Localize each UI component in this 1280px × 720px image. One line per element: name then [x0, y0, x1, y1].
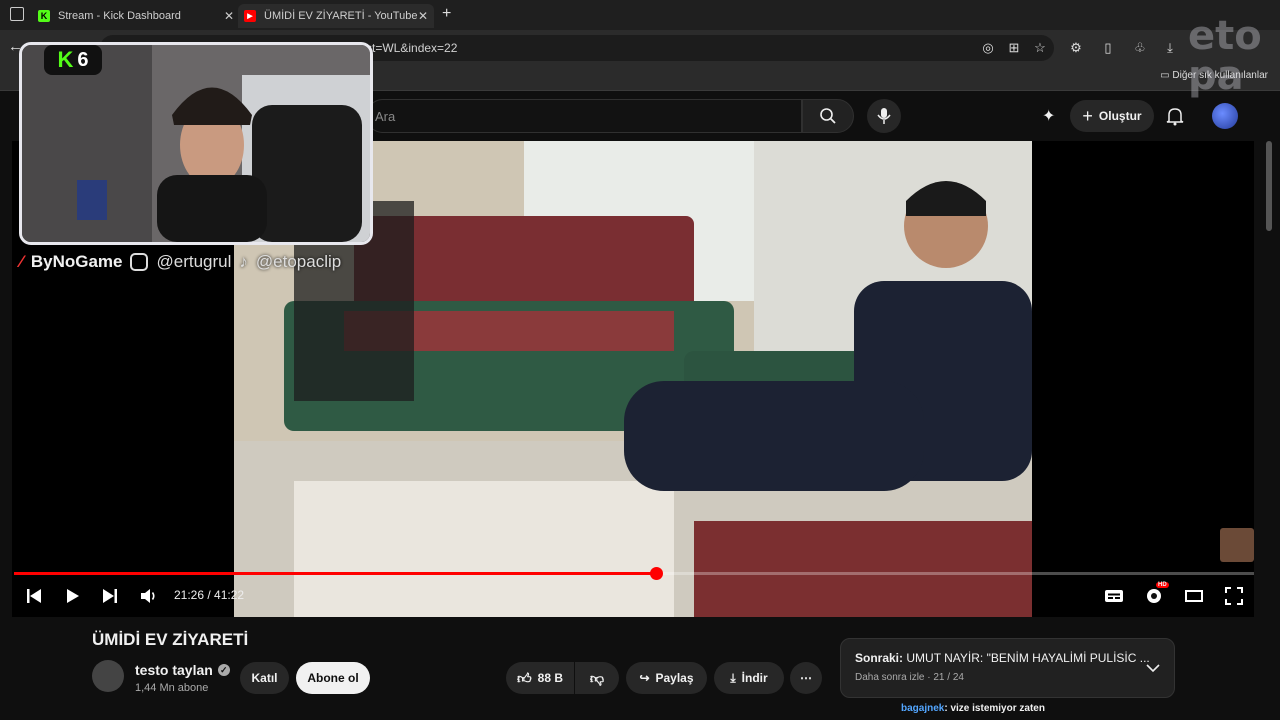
search-button[interactable]	[802, 99, 854, 133]
up-next-video-title: UMUT NAYİR: "BENİM HAYALİMİ PULİSİC ...	[906, 651, 1150, 665]
channel-name-text: testo taylan	[135, 662, 213, 678]
create-button[interactable]: + Oluştur	[1070, 100, 1154, 132]
favorite-star-icon[interactable]: ☆	[1030, 38, 1050, 58]
create-label: Oluştur	[1098, 109, 1142, 123]
instagram-icon	[130, 253, 149, 271]
time-display: 21:26 / 41:22	[174, 588, 245, 602]
subtitles-button[interactable]	[1102, 584, 1126, 608]
bynogame-logo-icon: ⁄	[20, 252, 23, 271]
join-label: Katıl	[251, 671, 278, 685]
tiktok-handle: @etopaclip	[255, 252, 342, 271]
tab-title: Stream - Kick Dashboard	[58, 10, 181, 22]
watermark: eto pa	[1188, 13, 1262, 99]
folder-icon: ▭	[1160, 70, 1173, 81]
page-scrollbar[interactable]	[1266, 141, 1272, 231]
youtube-icon: ▶	[244, 10, 256, 22]
thumbs-up-icon: 👍︎	[517, 669, 532, 686]
more-dots-icon: ⋯	[800, 671, 812, 685]
share-label: Paylaş	[655, 671, 694, 685]
dislike-button[interactable]: 👎︎	[575, 662, 619, 694]
like-count: 88 B	[537, 671, 563, 685]
microphone-icon	[877, 108, 891, 124]
skip-next-icon	[103, 589, 117, 603]
close-tab-icon[interactable]: ✕	[224, 9, 234, 23]
instagram-handle: @ertugrul	[156, 252, 232, 271]
more-actions-button[interactable]: ⋯	[790, 662, 822, 694]
tab-title: ÜMİDİ EV ZİYARETİ - YouTube	[264, 10, 418, 22]
tab-kick-dashboard[interactable]: K Stream - Kick Dashboard ✕	[38, 4, 234, 28]
previous-button[interactable]	[22, 584, 46, 608]
share-button[interactable]: ↪ Paylaş	[626, 662, 707, 694]
play-button[interactable]	[60, 584, 84, 608]
join-button[interactable]: Katıl	[240, 662, 289, 694]
chat-username: bagajnek	[901, 703, 945, 714]
progress-scrubber[interactable]	[650, 567, 663, 580]
social-handles: ⁄ ByNoGame @ertugrul ♪ @etopaclip	[20, 252, 341, 272]
streamer-thumbnail	[1220, 528, 1254, 562]
apps-icon[interactable]: ⊞	[1004, 38, 1024, 58]
download-label: İndir	[741, 671, 768, 685]
kick-logo-icon: K	[57, 47, 74, 72]
settings-button[interactable]: HD	[1142, 582, 1169, 608]
chat-text: : vize istemiyor zaten	[944, 703, 1045, 714]
channel-avatar[interactable]	[92, 660, 124, 692]
download-icon[interactable]: ⤓	[1160, 38, 1180, 58]
kick-icon: K	[38, 10, 50, 22]
new-tab-icon[interactable]: +	[442, 5, 451, 23]
verified-icon: ✓	[217, 664, 230, 676]
thumbs-down-icon: 👎︎	[589, 669, 605, 686]
translate-icon[interactable]: ◎	[978, 38, 998, 58]
next-button[interactable]	[98, 584, 122, 608]
gear-icon	[1147, 589, 1161, 603]
search-placeholder: Ara	[375, 109, 396, 124]
theater-icon	[1185, 590, 1203, 602]
close-tab-icon[interactable]: ✕	[418, 9, 428, 23]
fullscreen-icon	[1225, 587, 1243, 605]
subscriber-count: 1,44 Mn abone	[135, 682, 209, 694]
progress-fill	[14, 572, 656, 575]
chevron-down-icon[interactable]	[1146, 660, 1160, 678]
search-icon	[820, 108, 836, 124]
hd-badge: HD	[1156, 582, 1169, 588]
voice-search-button[interactable]	[867, 99, 901, 133]
ai-sparkle-icon[interactable]: ✦	[1042, 106, 1055, 126]
up-next-title: Sonraki: UMUT NAYİR: "BENİM HAYALİMİ PUL…	[855, 651, 1150, 665]
extensions-icon[interactable]: ⚙	[1066, 38, 1086, 58]
subscribe-button[interactable]: Abone ol	[296, 662, 370, 694]
skip-previous-icon	[27, 589, 41, 603]
tab-youtube[interactable]: ▶ ÜMİDİ EV ZİYARETİ - YouTube ✕	[238, 4, 434, 28]
up-next-prefix: Sonraki:	[855, 651, 904, 665]
download-icon: ⤓	[730, 670, 736, 685]
tiktok-icon: ♪	[239, 252, 248, 271]
brand-label: ByNoGame	[30, 252, 123, 271]
split-screen-icon[interactable]: ▯	[1098, 38, 1118, 58]
subtitles-icon	[1105, 590, 1123, 602]
tab-actions-icon[interactable]	[10, 7, 24, 21]
theater-mode-button[interactable]	[1182, 584, 1206, 608]
chat-message: bagajnek: vize istemiyor zaten	[901, 703, 1045, 714]
subscribe-label: Abone ol	[307, 671, 359, 685]
viewer-count: 6	[77, 48, 89, 71]
share-icon: ↪	[639, 671, 650, 685]
play-icon	[67, 589, 79, 603]
fullscreen-button[interactable]	[1222, 584, 1246, 608]
like-button[interactable]: 👍︎ 88 B	[506, 662, 574, 694]
kick-viewer-badge: K 6	[44, 45, 102, 75]
video-title: ÜMİDİ EV ZİYARETİ	[92, 630, 249, 649]
up-next-card[interactable]	[840, 638, 1175, 698]
volume-button[interactable]	[137, 584, 161, 608]
download-button[interactable]: ⤓ İndir	[714, 662, 784, 694]
favorites-icon[interactable]: ♧	[1130, 38, 1150, 58]
account-avatar[interactable]	[1212, 103, 1238, 129]
volume-icon	[141, 589, 155, 603]
channel-name[interactable]: testo taylan ✓	[135, 662, 230, 678]
search-input[interactable]: Ara	[366, 99, 802, 133]
plus-icon: +	[1082, 105, 1093, 126]
up-next-subtitle: Daha sonra izle · 21 / 24	[855, 672, 964, 683]
notifications-bell-icon[interactable]	[1166, 106, 1184, 131]
